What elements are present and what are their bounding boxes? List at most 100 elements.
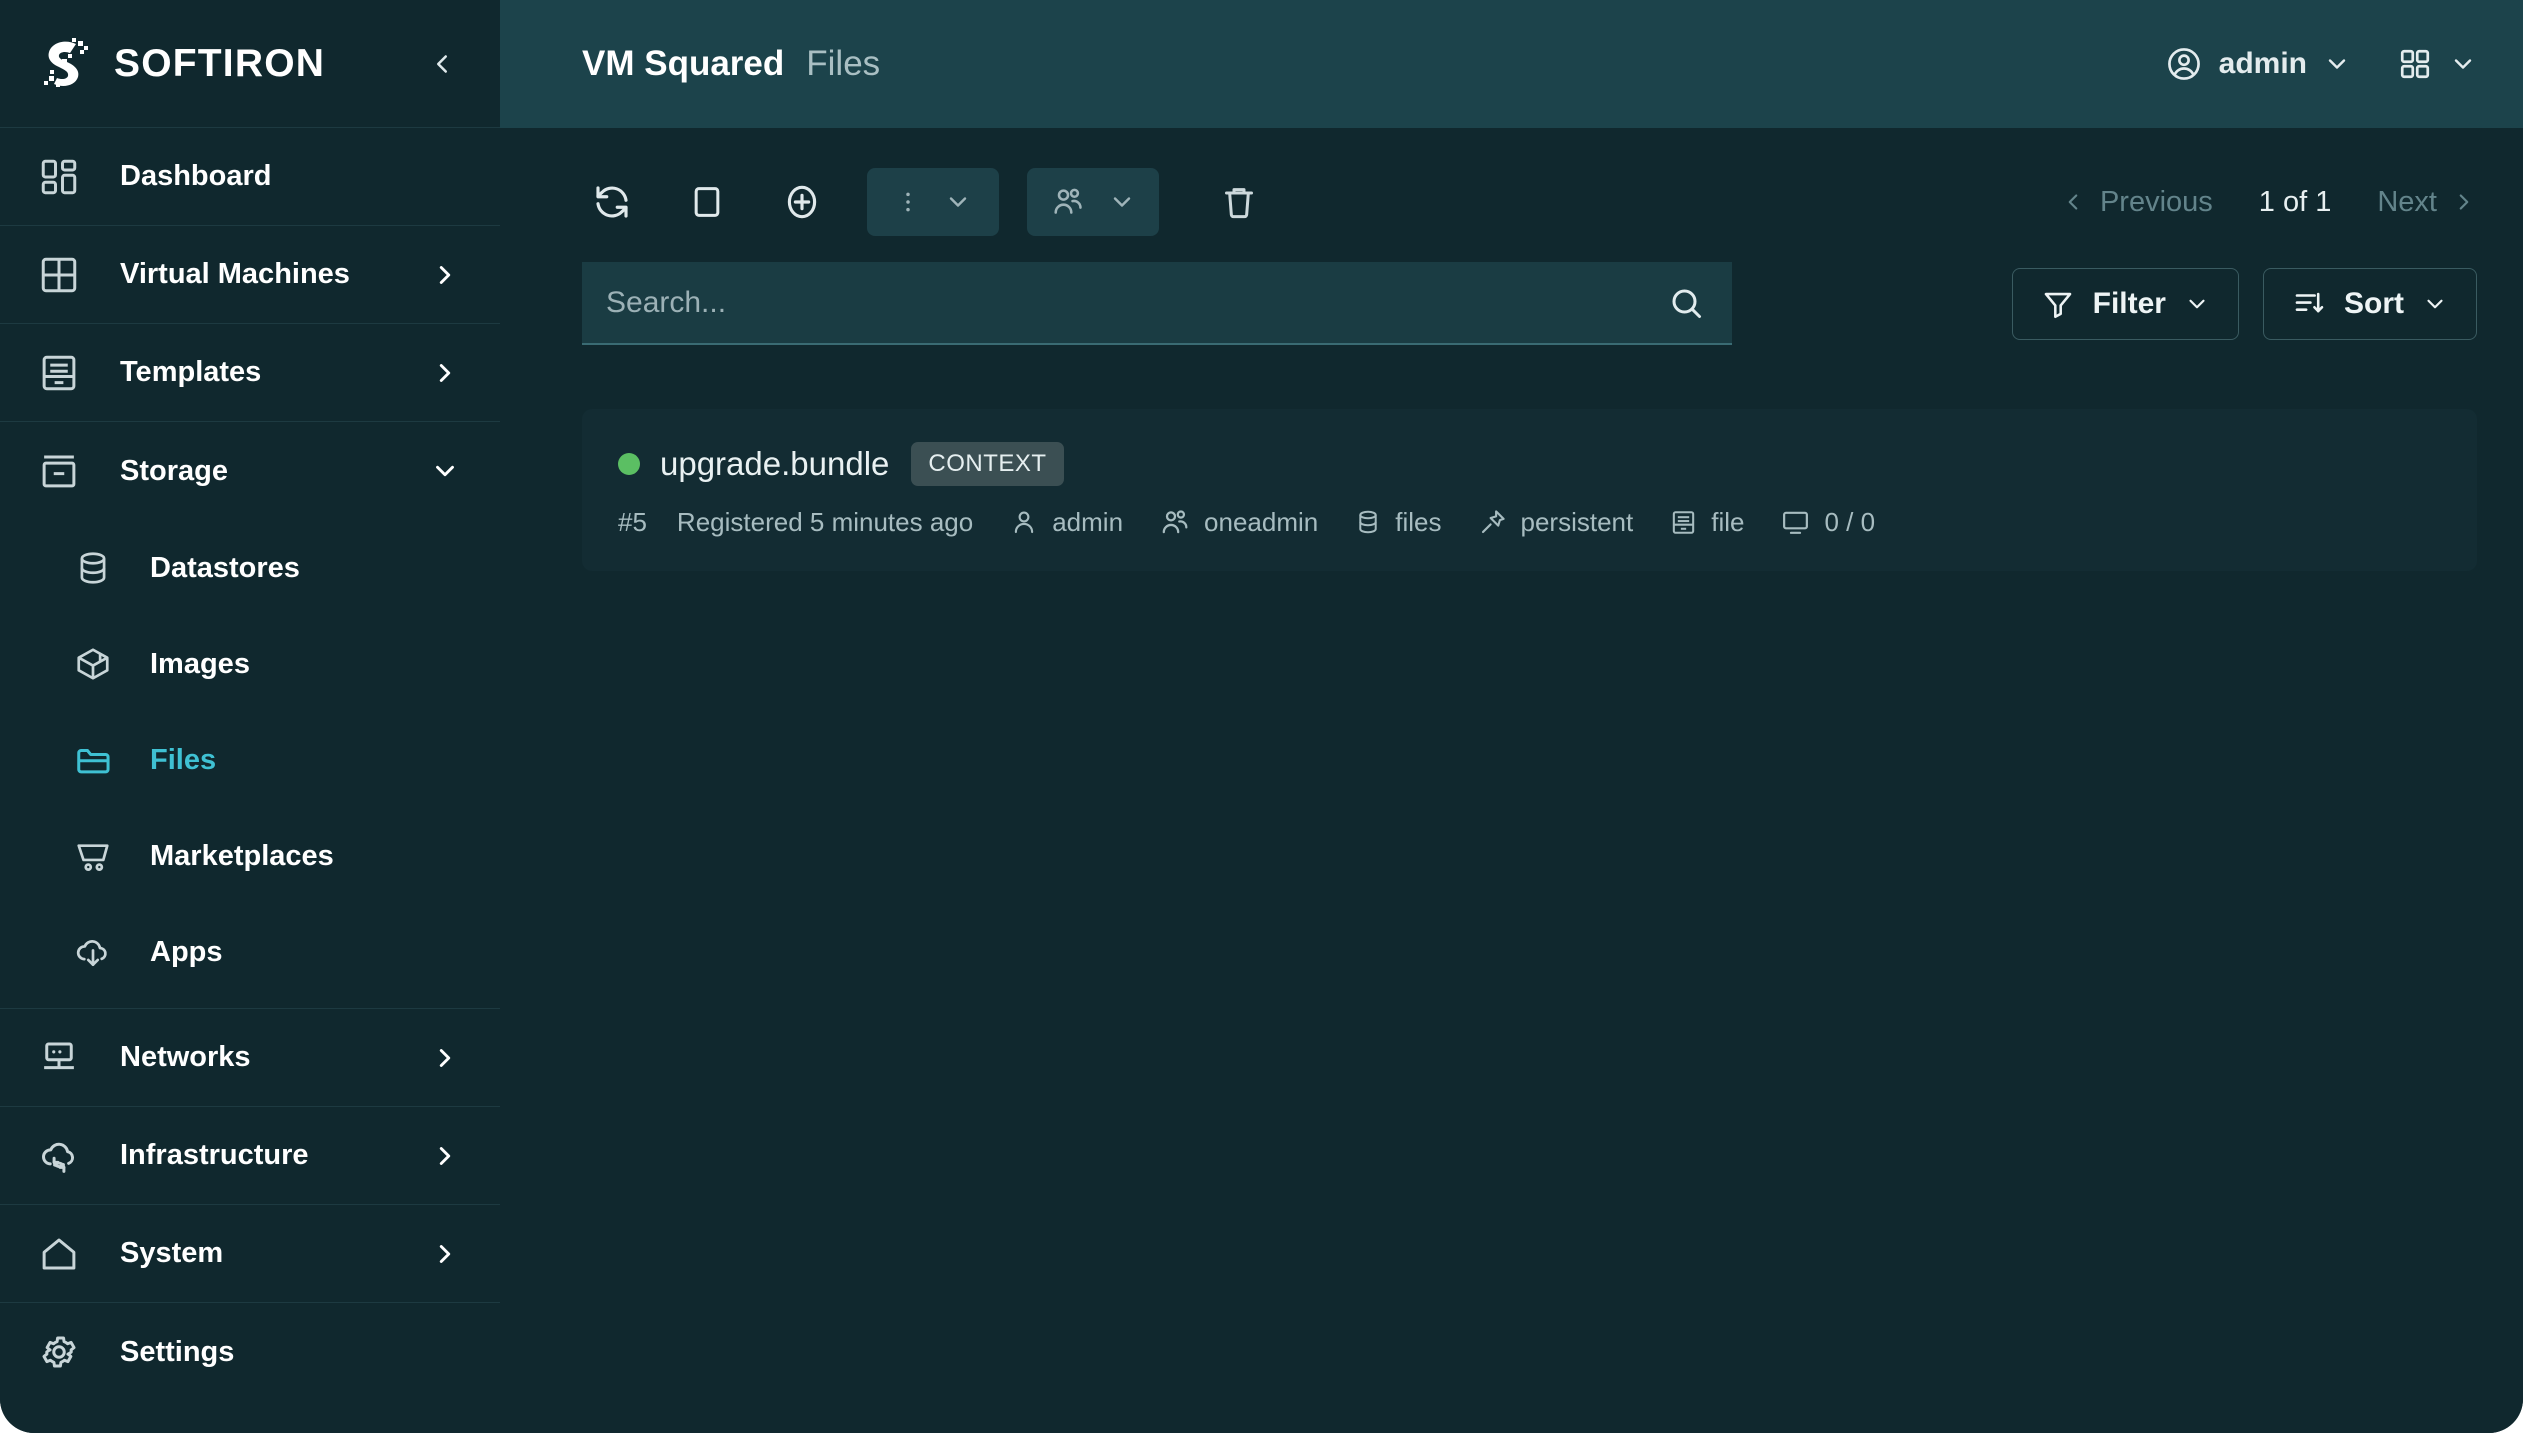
persistence-label: persistent (1520, 506, 1634, 537)
ownership-dropdown[interactable] (1027, 168, 1159, 236)
persistence-info: persistent (1478, 506, 1634, 538)
list-item-meta: #5 Registered 5 minutes ago admin oneadm… (618, 506, 2437, 538)
page-status: 1 of 1 (2258, 185, 2332, 218)
datastore-info: files (1354, 506, 1442, 538)
chevron-down-icon[interactable] (430, 456, 460, 486)
sidebar-item-files[interactable]: Files (0, 712, 500, 808)
chevron-right-icon[interactable] (430, 1141, 460, 1171)
sidebar-item-label: Storage (120, 454, 228, 487)
sort-button[interactable]: Sort (2263, 267, 2477, 340)
pin-icon (1478, 507, 1508, 537)
sidebar-item-label: Settings (120, 1335, 235, 1368)
previous-page-button[interactable]: Previous (2060, 186, 2213, 219)
sidebar-item-label: Networks (120, 1041, 251, 1073)
sidebar-item-label: Marketplaces (150, 839, 334, 872)
group-info: oneadmin (1159, 506, 1318, 538)
next-page-button[interactable]: Next (2377, 186, 2477, 219)
user-menu-button[interactable]: admin (2165, 45, 2351, 83)
sidebar-item-virtual-machines[interactable]: Virtual Machines (0, 226, 500, 324)
sidebar-item-networks[interactable]: Networks (0, 1009, 500, 1107)
monitor-icon (1780, 507, 1811, 538)
sidebar-item-datastores[interactable]: Datastores (0, 520, 500, 616)
chevron-right-icon[interactable] (430, 1239, 460, 1269)
filter-button[interactable]: Filter (2011, 267, 2239, 340)
username-label: admin (2218, 47, 2307, 80)
chevron-right-icon[interactable] (430, 260, 460, 290)
pagination: Previous 1 of 1 Next (2060, 186, 2477, 219)
chevron-right-icon[interactable] (430, 1043, 460, 1073)
sidebar-item-images[interactable]: Images (0, 616, 500, 712)
type-info: file (1669, 507, 1744, 538)
select-all-checkbox[interactable] (677, 172, 737, 232)
brand-header: SOFTIRON (0, 0, 500, 128)
search-icon[interactable] (1668, 285, 1704, 321)
previous-label: Previous (2099, 185, 2213, 218)
brand-name: SOFTIRON (114, 41, 326, 85)
list-item[interactable]: upgrade.bundle CONTEXT #5 Registered 5 m… (582, 409, 2477, 571)
chevron-right-icon[interactable] (430, 358, 460, 388)
sort-descending-icon (2292, 287, 2326, 321)
storage-box-icon (36, 448, 82, 494)
next-label: Next (2377, 185, 2437, 218)
main-content: VM Squared Files admin Previous 1 of 1 N… (500, 0, 2523, 1433)
page-section: Files (806, 44, 881, 83)
search-input[interactable] (606, 285, 1668, 320)
vertical-dots-icon (894, 185, 922, 219)
sidebar-item-label: Dashboard (120, 160, 272, 192)
sidebar-collapse-button[interactable] (420, 42, 464, 86)
sidebar: SOFTIRON Dashboard Virtual Machines Temp… (0, 0, 500, 1433)
sidebar-item-label: Infrastructure (120, 1139, 309, 1171)
header-actions: admin (2165, 45, 2477, 83)
folder-icon (70, 737, 116, 783)
trash-icon[interactable] (1209, 172, 1269, 232)
filter-label: Filter (2092, 286, 2166, 320)
chevron-down-icon (2422, 291, 2448, 317)
sidebar-item-dashboard[interactable]: Dashboard (0, 128, 500, 226)
type-label: file (1711, 506, 1745, 537)
sidebar-item-marketplaces[interactable]: Marketplaces (0, 808, 500, 904)
users-group-icon (1050, 184, 1086, 220)
sidebar-item-templates[interactable]: Templates (0, 324, 500, 422)
user-icon (1009, 507, 1039, 537)
more-actions-dropdown[interactable] (867, 168, 999, 236)
chevron-down-icon (944, 188, 972, 216)
vms-label: 0 / 0 (1824, 506, 1876, 537)
apps-menu-button[interactable] (2397, 46, 2477, 82)
box-3d-icon (70, 641, 116, 687)
sidebar-item-apps[interactable]: Apps (0, 904, 500, 1000)
filter-sort-group: Filter Sort (2011, 267, 2477, 340)
file-list: upgrade.bundle CONTEXT #5 Registered 5 m… (500, 345, 2523, 1433)
dashboard-grid-icon (36, 154, 82, 200)
sidebar-item-label: Virtual Machines (120, 258, 350, 290)
sidebar-item-label: Templates (120, 356, 262, 388)
archive-drawer-icon (1669, 508, 1698, 537)
vm-grid-icon (36, 252, 82, 298)
sidebar-item-label: System (120, 1237, 224, 1269)
page-title: VM Squared (582, 44, 785, 83)
sidebar-item-settings[interactable]: Settings (0, 1303, 500, 1401)
chevron-down-icon[interactable] (2323, 50, 2351, 78)
vms-info: 0 / 0 (1780, 507, 1875, 538)
chevron-down-icon[interactable] (2449, 50, 2477, 78)
datastore-label: files (1395, 506, 1442, 537)
action-toolbar: Previous 1 of 1 Next (500, 150, 2523, 254)
search-box[interactable] (582, 262, 1732, 345)
chevron-left-icon (2060, 189, 2086, 215)
users-group-icon (1159, 506, 1191, 538)
sidebar-item-storage[interactable]: Storage (0, 422, 500, 520)
funnel-icon (2041, 287, 2075, 321)
apps-grid-icon (2397, 46, 2433, 82)
gear-icon (36, 1329, 82, 1375)
storage-section: Storage Datastores Images Files Marketpl… (0, 422, 500, 1009)
sidebar-item-label: Apps (150, 935, 223, 968)
user-circle-icon (2165, 45, 2203, 83)
sidebar-item-label: Datastores (150, 551, 300, 584)
cloud-download-icon (70, 929, 116, 975)
sidebar-item-system[interactable]: System (0, 1205, 500, 1303)
refresh-icon[interactable] (582, 172, 642, 232)
sidebar-item-infrastructure[interactable]: Infrastructure (0, 1107, 500, 1205)
registered-time: Registered 5 minutes ago (676, 506, 974, 537)
group-label: oneadmin (1204, 506, 1319, 537)
list-item-header: upgrade.bundle CONTEXT (618, 442, 2437, 486)
add-file-button[interactable] (772, 172, 832, 232)
